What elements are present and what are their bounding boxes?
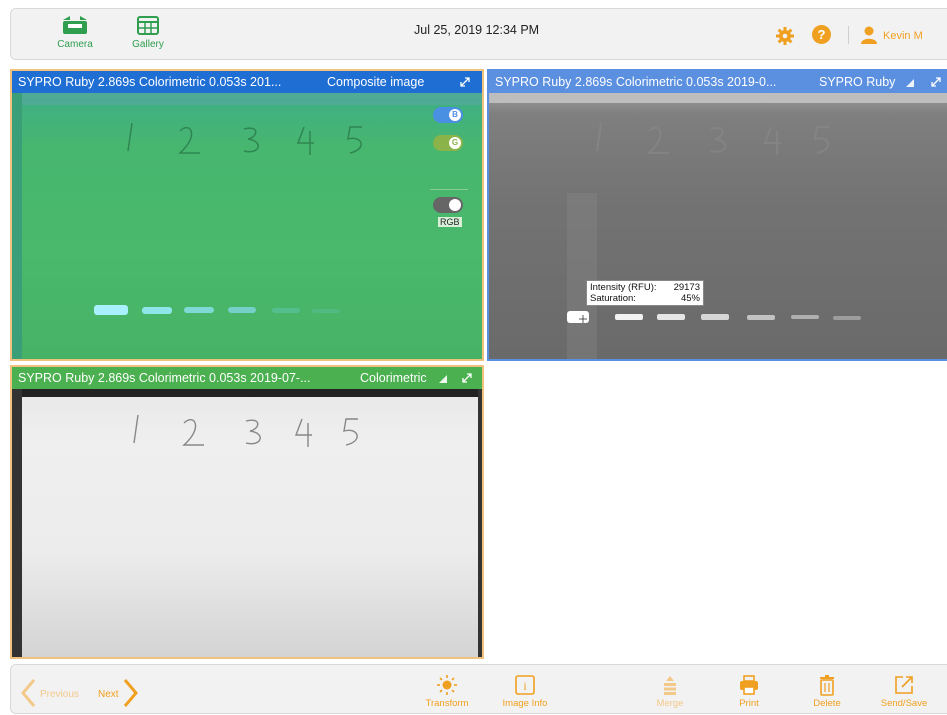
adjust-icon[interactable] [903, 71, 917, 93]
gel-image[interactable]: B G RGB [12, 93, 482, 359]
merge-button[interactable]: Merge [640, 674, 700, 709]
trash-icon [820, 675, 834, 696]
panel-title: SYPRO Ruby 2.869s Colorimetric 0.053s 20… [18, 75, 282, 89]
delete-label: Delete [813, 698, 841, 709]
printer-icon [740, 675, 758, 695]
green-channel-toggle[interactable]: G [433, 135, 463, 151]
intensity-label: Intensity (RFU): [590, 282, 657, 293]
camera-button[interactable]: Camera [45, 12, 105, 56]
sun-icon [437, 675, 457, 695]
panel-title: SYPRO Ruby 2.869s Colorimetric 0.053s 20… [495, 75, 777, 89]
sypro-ruby-panel[interactable]: SYPRO Ruby 2.869s Colorimetric 0.053s 20… [487, 69, 947, 361]
panel-header[interactable]: SYPRO Ruby 2.869s Colorimetric 0.053s 20… [12, 367, 482, 389]
blue-channel-knob: B [449, 109, 461, 121]
print-label: Print [739, 698, 759, 709]
svg-text:i: i [523, 679, 527, 693]
user-icon[interactable] [861, 26, 877, 44]
divider [430, 189, 468, 190]
gallery-label: Gallery [132, 39, 164, 50]
composite-image-panel[interactable]: SYPRO Ruby 2.869s Colorimetric 0.053s 20… [10, 69, 484, 361]
transform-label: Transform [425, 698, 469, 709]
datetime: Jul 25, 2019 12:34 PM [414, 23, 540, 37]
bottom-toolbar: Previous Next Transform i Image Info Mer… [0, 660, 947, 715]
expand-icon[interactable] [929, 71, 943, 93]
panel-header[interactable]: SYPRO Ruby 2.869s Colorimetric 0.053s 20… [12, 71, 482, 93]
send-save-label: Send/Save [880, 698, 928, 709]
saturation-row: Saturation: 45% [590, 293, 700, 304]
help-icon[interactable]: ? [812, 25, 831, 44]
saturation-value: 45% [680, 293, 700, 304]
info-icon: i [515, 675, 535, 695]
chevron-left-icon[interactable] [20, 678, 36, 708]
panel-mode[interactable]: Colorimetric [360, 367, 427, 389]
print-button[interactable]: Print [719, 674, 779, 709]
export-icon [895, 676, 913, 694]
panel-header[interactable]: SYPRO Ruby 2.869s Colorimetric 0.053s 20… [489, 71, 947, 93]
send-save-button[interactable]: Send/Save [874, 674, 934, 709]
gallery-icon [137, 16, 159, 35]
user-name[interactable]: Kevin M [883, 30, 923, 42]
previous-button[interactable]: Previous [40, 689, 79, 700]
next-button[interactable]: Next [98, 689, 119, 700]
panel-mode[interactable]: SYPRO Ruby [819, 71, 895, 93]
saturation-label: Saturation: [590, 293, 636, 304]
merge-label: Merge [656, 698, 684, 709]
expand-icon[interactable] [458, 71, 472, 93]
gel-image[interactable] [12, 389, 482, 657]
merge-icon [664, 676, 676, 695]
expand-icon[interactable] [460, 367, 474, 389]
image-info-button[interactable]: i Image Info [495, 674, 555, 709]
panel-mode[interactable]: Composite image [327, 71, 424, 93]
gel-image-content [489, 93, 947, 359]
intensity-value: 29173 [673, 282, 700, 293]
panel-title: SYPRO Ruby 2.869s Colorimetric 0.053s 20… [18, 371, 311, 385]
delete-button[interactable]: Delete [797, 674, 857, 709]
rgb-label: RGB [438, 217, 462, 227]
gel-image-content [12, 93, 482, 359]
camera-icon [63, 16, 87, 34]
image-info-label: Image Info [502, 698, 548, 709]
top-bar: Camera Gallery Jul 25, 2019 12:34 PM ? K… [0, 0, 947, 63]
chevron-right-icon[interactable] [123, 678, 139, 708]
intensity-row: Intensity (RFU): 29173 [590, 282, 700, 293]
rgb-toggle[interactable] [433, 197, 463, 213]
gel-image[interactable] [489, 93, 947, 359]
rgb-toggle-knob [449, 199, 461, 211]
intensity-tooltip: Intensity (RFU): 29173 Saturation: 45% [586, 280, 704, 306]
transform-button[interactable]: Transform [417, 674, 477, 709]
camera-label: Camera [57, 39, 93, 50]
green-channel-knob: G [449, 137, 461, 149]
blue-channel-toggle[interactable]: B [433, 107, 463, 123]
gear-icon[interactable] [776, 27, 794, 45]
adjust-icon[interactable] [436, 367, 450, 389]
gallery-button[interactable]: Gallery [118, 12, 178, 56]
divider [848, 26, 849, 44]
colorimetric-panel[interactable]: SYPRO Ruby 2.869s Colorimetric 0.053s 20… [10, 365, 484, 659]
gel-image-content [12, 389, 482, 657]
